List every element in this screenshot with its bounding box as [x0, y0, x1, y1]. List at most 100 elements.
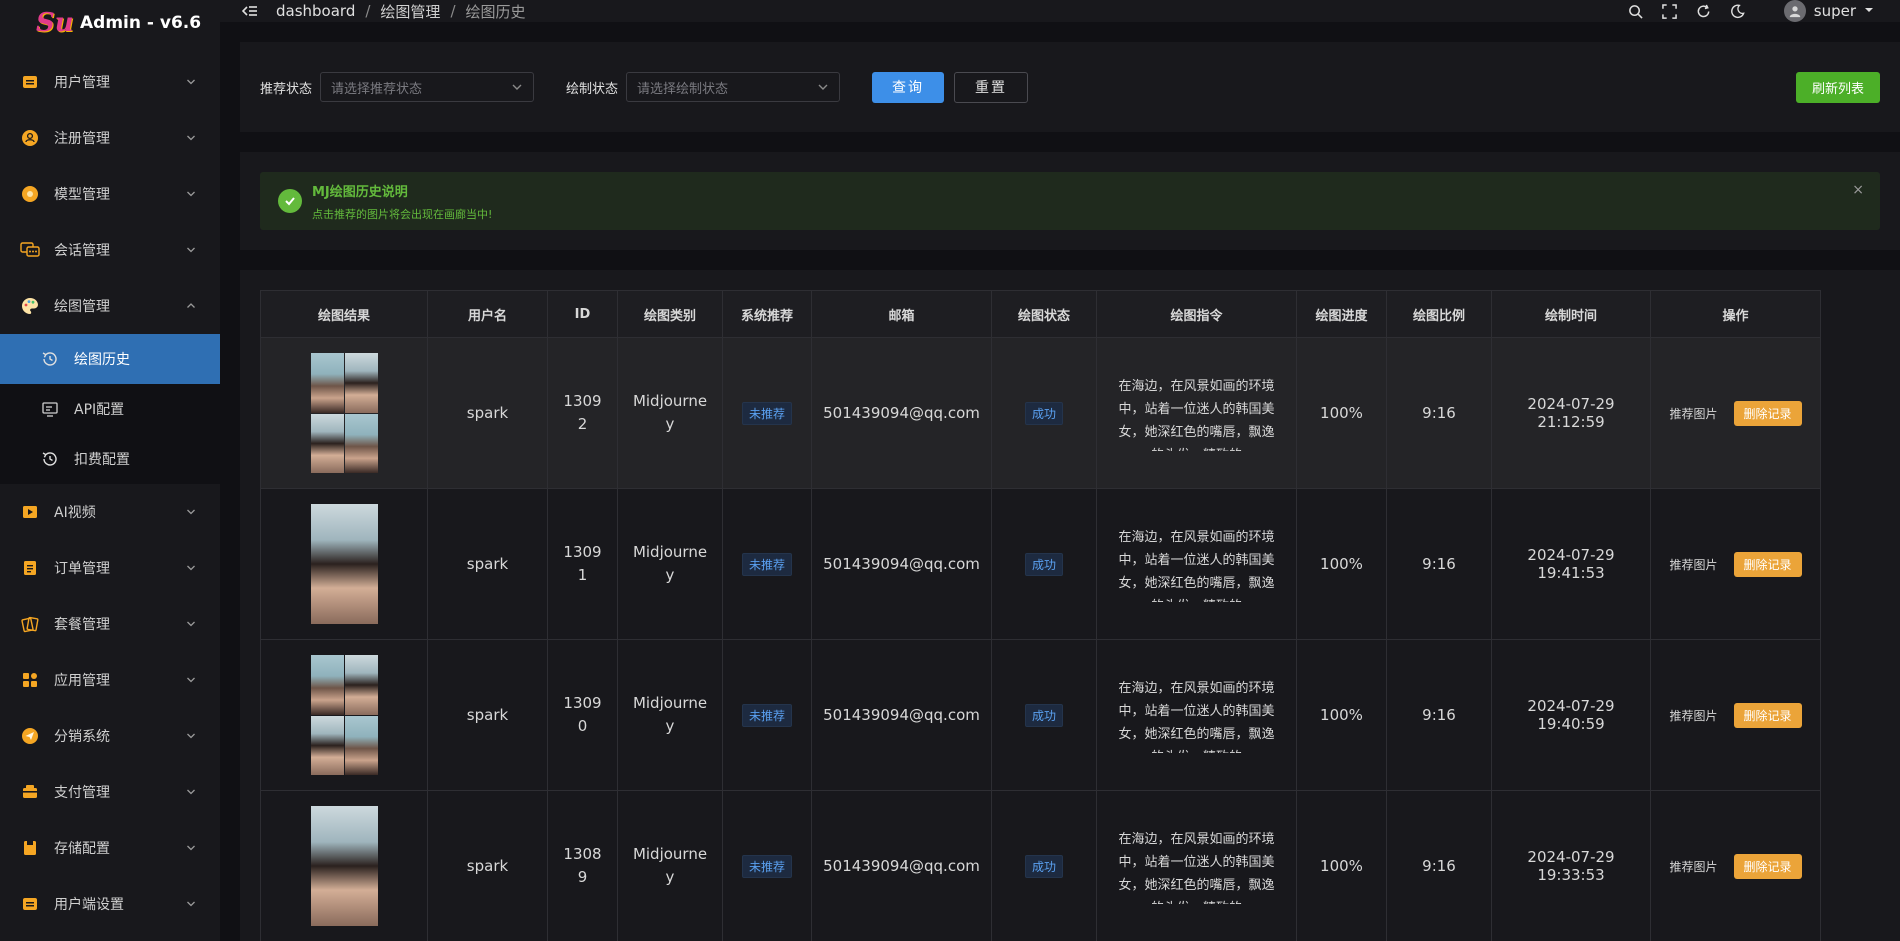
recommend-status-badge: 未推荐	[741, 552, 792, 576]
generated-image[interactable]	[310, 715, 344, 775]
submenu-item-1[interactable]: API配置	[0, 384, 220, 434]
delete-record-button[interactable]: 删除记录	[1733, 551, 1802, 577]
column-header: 邮箱	[811, 290, 992, 338]
prompt-text[interactable]: 在海边，在风景如画的环境中，站着一位迷人的韩国美女，她深红色的嘴唇，飘逸的头发，…	[1117, 828, 1277, 904]
delete-record-button[interactable]: 删除记录	[1733, 702, 1802, 728]
sidebar-menu: 用户管理注册管理模型管理会话管理 绘图管理绘图历史 API配置 扣费配置 AI视频订单管…	[0, 46, 220, 932]
sidebar-item-6[interactable]: 订单管理	[0, 540, 220, 596]
recommend-status-badge: 未推荐	[741, 854, 792, 878]
chevron-down-icon	[184, 785, 198, 799]
cell-progress: 100%	[1296, 488, 1387, 640]
submenu-item-2[interactable]: 扣费配置	[0, 434, 220, 484]
sidebar-item-label: 注册管理	[54, 131, 110, 147]
sidebar-item-0[interactable]: 用户管理	[0, 54, 220, 110]
breadcrumb-drawing[interactable]: 绘图管理	[380, 1, 440, 22]
prompt-text[interactable]: 在海边，在风景如画的环境中，站着一位迷人的韩国美女，她深红色的嘴唇，飘逸的头发，…	[1117, 677, 1277, 753]
delete-record-button[interactable]: 删除记录	[1733, 400, 1802, 426]
draw-status-badge: 成功	[1024, 703, 1063, 727]
chevron-down-icon	[184, 729, 198, 743]
generated-image[interactable]	[344, 413, 378, 473]
cell-category: Midjourney	[617, 337, 723, 489]
cell-recommend: 未推荐	[722, 488, 812, 640]
recommend-image-button[interactable]: 推荐图片	[1669, 707, 1717, 724]
recommend-status-select[interactable]: 请选择推荐状态	[320, 72, 535, 102]
submenu-item-0[interactable]: 绘图历史	[0, 334, 220, 384]
breadcrumb-separator: /	[450, 2, 456, 20]
sidebar-item-3[interactable]: 会话管理	[0, 222, 220, 278]
breadcrumb: dashboard / 绘图管理 / 绘图历史	[276, 1, 526, 22]
recommend-image-button[interactable]: 推荐图片	[1669, 405, 1717, 422]
sidebar-item-1[interactable]: 注册管理	[0, 110, 220, 166]
generated-image[interactable]	[310, 504, 378, 624]
chevron-down-icon	[184, 505, 198, 519]
search-icon[interactable]	[1628, 3, 1644, 19]
sidebar-item-5[interactable]: AI视频	[0, 484, 220, 540]
fullscreen-icon[interactable]	[1662, 3, 1678, 19]
draw-status-label: 绘制状态	[566, 81, 619, 97]
cell-result	[260, 790, 428, 941]
sidebar-item-label: 支付管理	[54, 785, 110, 801]
sidebar-item-10[interactable]: 支付管理	[0, 764, 220, 820]
cell-time: 2024-07-29 19:40:59	[1491, 639, 1651, 791]
package-icon	[20, 614, 40, 634]
chevron-down-icon	[184, 897, 198, 911]
sidebar-item-11[interactable]: 存储配置	[0, 820, 220, 876]
generated-image[interactable]	[310, 413, 344, 473]
draw-status-select[interactable]: 请选择绘制状态	[626, 72, 841, 102]
sidebar-item-label: 订单管理	[54, 561, 110, 577]
sidebar-item-2[interactable]: 模型管理	[0, 166, 220, 222]
content: 推荐状态 请选择推荐状态 绘制状态 请选择绘制状态 查询 重置 刷新列表 MJ绘…	[220, 22, 1900, 941]
cell-category: Midjourney	[617, 639, 723, 791]
column-header: 绘图进度	[1296, 290, 1387, 338]
collapse-sidebar-icon[interactable]	[240, 1, 260, 21]
cell-recommend: 未推荐	[722, 639, 812, 791]
video-icon	[20, 502, 40, 522]
breadcrumb-dashboard[interactable]: dashboard	[276, 2, 355, 20]
cell-actions: 推荐图片 删除记录	[1650, 639, 1821, 791]
sidebar-item-4[interactable]: 绘图管理	[0, 278, 220, 334]
refresh-icon[interactable]	[1696, 3, 1712, 19]
cell-result	[260, 488, 428, 640]
cell-ratio: 9:16	[1386, 488, 1492, 640]
image-thumbnail[interactable]	[310, 806, 378, 926]
sidebar: Su Admin - v6.6 用户管理 注册管理 模型管理 会话管理 绘图管理 绘图历史…	[0, 0, 220, 941]
sidebar-item-label: 存储配置	[54, 841, 110, 857]
info-alert: MJ绘图历史说明 点击推荐的图片将会出现在画廊当中! ×	[260, 172, 1880, 230]
generated-image[interactable]	[344, 353, 378, 413]
submenu-item-label: 绘图历史	[74, 352, 130, 368]
generated-image[interactable]	[310, 806, 378, 926]
app-root: Su Admin - v6.6 用户管理 注册管理 模型管理 会话管理 绘图管理 绘图历史…	[0, 0, 1900, 941]
history-icon	[40, 349, 60, 369]
sidebar-item-label: 分销系统	[54, 729, 110, 745]
prompt-text[interactable]: 在海边，在风景如画的环境中，站着一位迷人的韩国美女，她深红色的嘴唇，飘逸的头发，…	[1117, 375, 1277, 451]
close-icon[interactable]: ×	[1852, 182, 1864, 198]
sidebar-item-9[interactable]: 分销系统	[0, 708, 220, 764]
cell-time: 2024-07-29 19:33:53	[1491, 790, 1651, 941]
cell-status: 成功	[991, 790, 1097, 941]
generated-image[interactable]	[344, 715, 378, 775]
sidebar-item-label: 模型管理	[54, 187, 110, 203]
image-grid-thumbnail[interactable]	[310, 655, 378, 775]
refresh-list-button[interactable]: 刷新列表	[1795, 71, 1880, 103]
generated-image[interactable]	[310, 655, 344, 715]
generated-image[interactable]	[344, 655, 378, 715]
sidebar-item-12[interactable]: 用户端设置	[0, 876, 220, 932]
logo-mark: Su	[36, 8, 74, 38]
search-button[interactable]: 查询	[872, 71, 945, 103]
table-row: spark 13090 Midjourney 未推荐 501439094@qq.com 成…	[260, 639, 1821, 791]
image-grid-thumbnail[interactable]	[310, 353, 378, 473]
delete-record-button[interactable]: 删除记录	[1733, 853, 1802, 879]
generated-image[interactable]	[310, 353, 344, 413]
recommend-image-button[interactable]: 推荐图片	[1669, 858, 1717, 875]
cell-progress: 100%	[1296, 337, 1387, 489]
sidebar-item-7[interactable]: 套餐管理	[0, 596, 220, 652]
recommend-image-button[interactable]: 推荐图片	[1669, 556, 1717, 573]
dark-mode-icon[interactable]	[1730, 3, 1746, 19]
prompt-text[interactable]: 在海边，在风景如画的环境中，站着一位迷人的韩国美女，她深红色的嘴唇，飘逸的头发，…	[1117, 526, 1277, 602]
table-row: spark 13092 Midjourney 未推荐 501439094@qq.com 成…	[260, 337, 1821, 489]
sidebar-item-8[interactable]: 应用管理	[0, 652, 220, 708]
column-header: ID	[547, 290, 618, 338]
user-menu[interactable]: super	[1783, 0, 1874, 22]
reset-button[interactable]: 重置	[954, 71, 1029, 103]
image-thumbnail[interactable]	[310, 504, 378, 624]
